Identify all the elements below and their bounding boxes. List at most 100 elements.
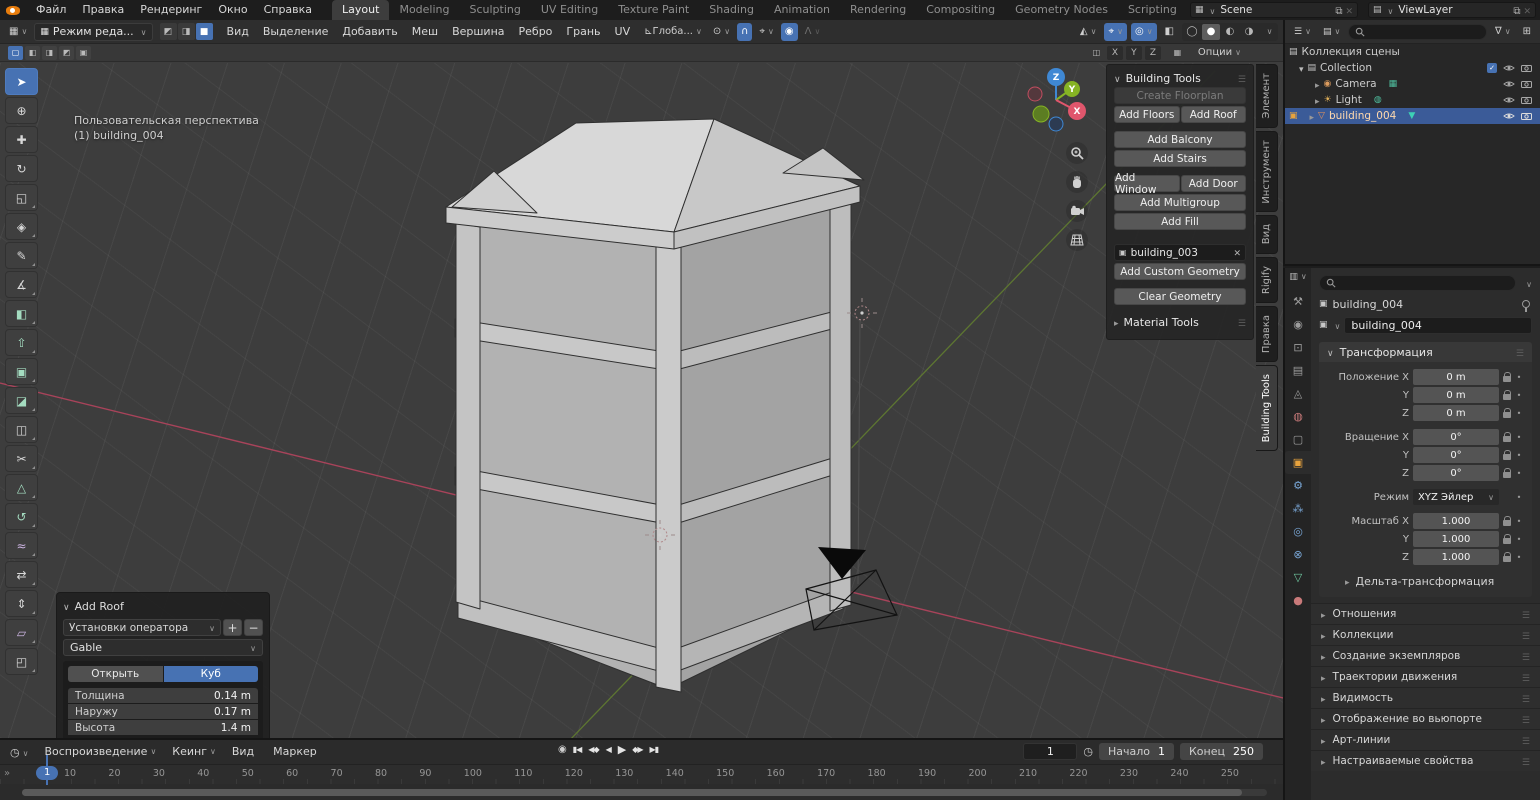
display-mode-icon[interactable]: ▤ xyxy=(1319,23,1344,41)
tool-poly-build[interactable]: △ xyxy=(5,474,38,501)
select-subtract-button[interactable]: ◨ xyxy=(42,46,57,60)
material-shading-button[interactable]: ◐ xyxy=(1221,24,1239,40)
viewport-menu-item[interactable]: Ребро xyxy=(512,20,560,44)
timeline-menu-item[interactable]: Вид xyxy=(224,740,265,764)
add-roof-button[interactable]: Add Roof xyxy=(1181,106,1247,123)
tool-transform[interactable]: ◈ xyxy=(5,213,38,240)
lock-icon[interactable] xyxy=(1503,538,1511,544)
rotation-mode-dropdown[interactable]: XYZ Эйлер xyxy=(1413,489,1499,505)
proportional-editing-toggle[interactable]: ◉ xyxy=(781,23,798,41)
tool-shrink-fatten[interactable]: ⇕ xyxy=(5,590,38,617)
roof-option-toggle[interactable]: Куб xyxy=(164,666,259,682)
collapsed-panel-header[interactable]: Настраиваемые свойства xyxy=(1311,750,1540,771)
vertex-select-button[interactable]: ◩ xyxy=(160,23,177,40)
start-frame-field[interactable]: Начало1 xyxy=(1099,743,1174,760)
hide-eye-icon[interactable] xyxy=(1503,80,1515,88)
jump-to-end-button[interactable] xyxy=(650,745,659,754)
tool-knife[interactable]: ✂ xyxy=(5,445,38,472)
operator-value-field[interactable]: Высота1.4 m xyxy=(68,720,258,735)
tab-constraints[interactable]: ⊗ xyxy=(1285,543,1311,566)
workspace-tab[interactable]: Layout xyxy=(332,0,389,20)
tab-render[interactable]: ◉ xyxy=(1285,313,1311,336)
tool-scale[interactable]: ◱ xyxy=(5,184,38,211)
operator-presets-dropdown[interactable]: Установки оператора xyxy=(63,619,221,636)
expand-icon[interactable] xyxy=(1315,78,1320,91)
tool-shear[interactable]: ▱ xyxy=(5,619,38,646)
viewport-menu-item[interactable]: Меш xyxy=(405,20,445,44)
collection-checkbox[interactable] xyxy=(1487,63,1497,73)
workspace-tab[interactable]: Modeling xyxy=(389,0,459,20)
sidebar-tab[interactable]: Вид xyxy=(1256,215,1278,253)
editor-type-icon[interactable]: ☰ xyxy=(1290,23,1315,41)
xray-toggle[interactable]: ◧ xyxy=(1161,23,1178,41)
camera-view-icon[interactable] xyxy=(1066,200,1088,222)
workspace-tab[interactable]: Compositing xyxy=(916,0,1005,20)
unlink-scene-icon[interactable] xyxy=(1345,4,1353,17)
stopwatch-icon[interactable]: ◷ xyxy=(1083,745,1093,758)
workspace-tab[interactable]: Sculpting xyxy=(460,0,531,20)
collapsed-panel-header[interactable]: Видимость xyxy=(1311,687,1540,708)
remove-viewlayer-icon[interactable] xyxy=(1523,4,1531,17)
sidebar-tab[interactable]: Rigify xyxy=(1256,257,1278,303)
add-balcony-button[interactable]: Add Balcony xyxy=(1114,131,1246,148)
tool-add-cube[interactable]: ◧ xyxy=(5,300,38,327)
animate-dot-icon[interactable] xyxy=(1515,553,1523,562)
zoom-icon[interactable] xyxy=(1066,142,1088,164)
timeline-scrollbar[interactable] xyxy=(22,789,1267,796)
viewport-menu-item[interactable]: Вершина xyxy=(445,20,511,44)
clear-object-icon[interactable] xyxy=(1233,246,1241,259)
lock-icon[interactable] xyxy=(1503,394,1511,400)
tool-edge-slide[interactable]: ⇄ xyxy=(5,561,38,588)
scale-value-field[interactable]: 1.000 xyxy=(1413,513,1499,529)
animate-dot-icon[interactable] xyxy=(1515,433,1523,442)
rendered-shading-button[interactable]: ◑ xyxy=(1240,24,1258,40)
rotation-value-field[interactable]: 0° xyxy=(1413,465,1499,481)
collapsed-panel-header[interactable]: Отношения xyxy=(1311,603,1540,624)
visibility-dropdown[interactable]: ◭ xyxy=(1076,23,1101,41)
face-select-button[interactable]: ■ xyxy=(196,23,213,40)
timeline-menu-item[interactable]: Маркер xyxy=(265,740,328,764)
collapsed-panel-header[interactable]: Отображение во вьюпорте xyxy=(1311,708,1540,729)
filter-dropdown-icon[interactable] xyxy=(1523,277,1532,290)
editor-type-icon[interactable]: ◷ xyxy=(6,743,32,761)
tab-object[interactable]: ▣ xyxy=(1285,451,1311,474)
disable-render-icon[interactable] xyxy=(1521,64,1532,72)
hide-eye-icon[interactable] xyxy=(1503,64,1515,72)
tab-world[interactable]: ◍ xyxy=(1285,405,1311,428)
workspace-tab[interactable]: Texture Paint xyxy=(608,0,699,20)
clear-geometry-button[interactable]: Clear Geometry xyxy=(1114,288,1246,305)
sidebar-tab[interactable]: Инструмент xyxy=(1256,131,1278,213)
tool-spin[interactable]: ↺ xyxy=(5,503,38,530)
scene-selector[interactable]: ▦ Scene xyxy=(1190,2,1358,18)
outliner-search-input[interactable] xyxy=(1348,24,1487,40)
menu-item[interactable]: Окно xyxy=(210,0,255,20)
animate-dot-icon[interactable] xyxy=(1515,493,1523,502)
hide-eye-icon[interactable] xyxy=(1503,112,1515,120)
properties-search-input[interactable] xyxy=(1319,275,1516,291)
roof-option-toggle[interactable]: Открыть xyxy=(68,666,163,682)
add-fill-button[interactable]: Add Fill xyxy=(1114,213,1246,230)
animate-dot-icon[interactable] xyxy=(1515,517,1523,526)
blender-logo-icon[interactable] xyxy=(6,6,20,15)
viewport-menu-item[interactable]: UV xyxy=(608,20,638,44)
tool-inset-faces[interactable]: ▣ xyxy=(5,358,38,385)
options-dropdown[interactable]: Опции xyxy=(1194,44,1245,62)
disable-render-icon[interactable] xyxy=(1521,96,1532,104)
building-mesh[interactable] xyxy=(446,119,864,692)
record-button[interactable] xyxy=(558,744,566,755)
select-extend-button[interactable]: ◧ xyxy=(25,46,40,60)
rotation-value-field[interactable]: 0° xyxy=(1413,429,1499,445)
current-frame-indicator[interactable]: 1 xyxy=(36,766,58,780)
animate-dot-icon[interactable] xyxy=(1515,451,1523,460)
add-custom-geometry-button[interactable]: Add Custom Geometry xyxy=(1114,263,1246,280)
tab-output[interactable]: ⊡ xyxy=(1285,336,1311,359)
tab-view-layer[interactable]: ▤ xyxy=(1285,359,1311,382)
building-row[interactable]: ▣ ▽ building_004 ▼ xyxy=(1285,108,1540,124)
light-row[interactable]: ☀ Light ◍ xyxy=(1285,92,1540,108)
custom-object-field[interactable]: ▣ building_003 xyxy=(1114,244,1246,261)
expand-icon[interactable] xyxy=(1315,94,1320,107)
menu-item[interactable]: Файл xyxy=(28,0,74,20)
scene-collection-row[interactable]: ▤ Коллекция сцены xyxy=(1285,44,1540,60)
collapsed-panel-header[interactable]: Создание экземпляров xyxy=(1311,645,1540,666)
tool-move[interactable]: ✚ xyxy=(5,126,38,153)
